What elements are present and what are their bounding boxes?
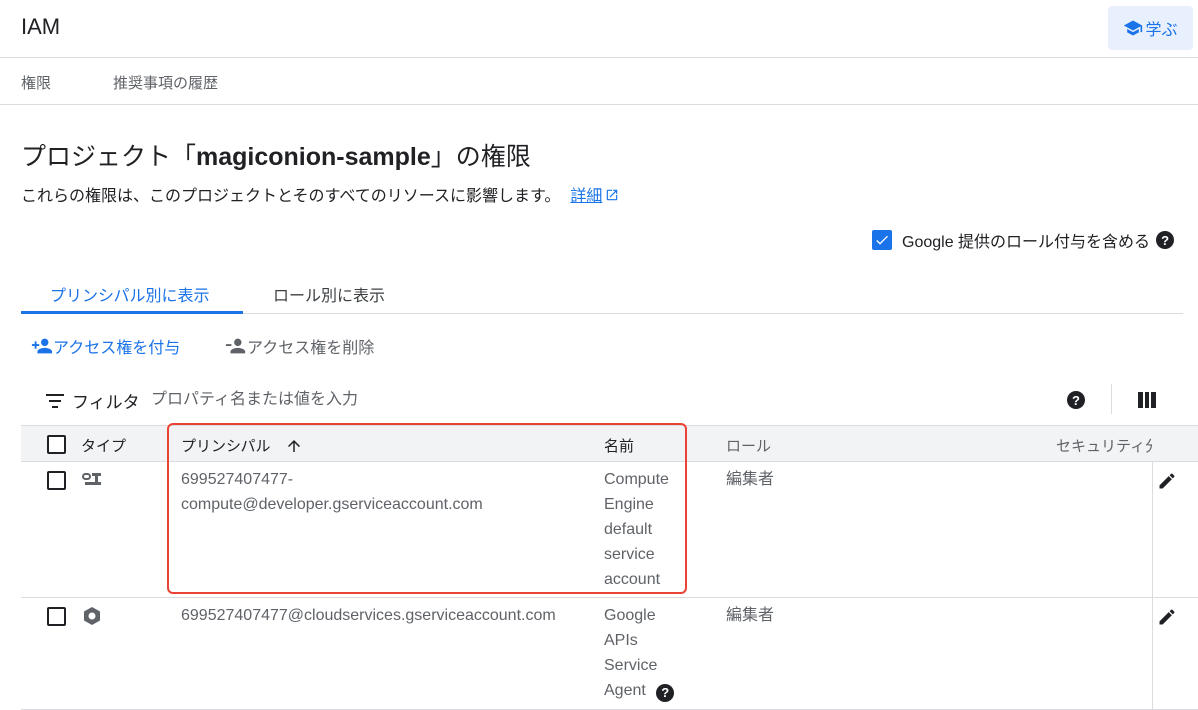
check-icon bbox=[876, 235, 888, 245]
page-title-suffix: 」の権限 bbox=[430, 143, 531, 171]
table-header: タイプ プリンシパル 名前 ロール セキュリティ分 bbox=[21, 425, 1198, 462]
filter-bar: フィルタ ? bbox=[21, 382, 1183, 426]
google-cloud-hexagon-icon bbox=[84, 607, 100, 625]
grant-access-label: アクセス権を付与 bbox=[53, 340, 181, 357]
include-google-roles-label: Google 提供のロール付与を含める bbox=[902, 234, 1151, 251]
arrow-up-icon bbox=[287, 440, 300, 452]
row-checkbox[interactable] bbox=[47, 607, 66, 626]
principal-name: Google APIs Service Agent ? bbox=[604, 603, 684, 703]
filter-label: フィルタ bbox=[72, 393, 140, 412]
person-add-icon bbox=[31, 338, 53, 354]
grant-access-button[interactable]: アクセス権を付与 bbox=[31, 334, 180, 358]
principal-name: Compute Engine default service account bbox=[604, 471, 669, 588]
filter-icon bbox=[46, 394, 64, 408]
column-display-icon[interactable] bbox=[1138, 392, 1157, 408]
column-name[interactable]: 名前 bbox=[604, 435, 634, 456]
edit-icon[interactable] bbox=[1157, 607, 1177, 627]
edit-column-divider bbox=[1152, 598, 1153, 709]
school-icon bbox=[1124, 20, 1143, 36]
help-icon[interactable]: ? bbox=[1156, 231, 1175, 249]
app-title: IAM bbox=[21, 14, 61, 39]
learn-button[interactable]: 学ぶ bbox=[1108, 6, 1193, 50]
details-link[interactable]: 詳細 bbox=[570, 188, 619, 205]
page-title-prefix: プロジェクト「 bbox=[21, 143, 197, 171]
edit-column-divider bbox=[1152, 462, 1153, 597]
principal-role: 編集者 bbox=[726, 607, 775, 624]
help-icon[interactable]: ? bbox=[1067, 391, 1085, 409]
column-security[interactable]: セキュリティ分 bbox=[1056, 435, 1152, 456]
remove-access-label: アクセス権を削除 bbox=[247, 340, 375, 357]
filter-input[interactable] bbox=[151, 386, 651, 414]
column-role[interactable]: ロール bbox=[726, 435, 771, 456]
open-in-new-icon bbox=[607, 189, 618, 201]
description-text: これらの権限は、このプロジェクトとそのすべてのリソースに影響します。 bbox=[21, 188, 561, 205]
learn-label: 学ぶ bbox=[1145, 22, 1178, 39]
column-type[interactable]: タイプ bbox=[81, 435, 126, 456]
select-all-checkbox[interactable] bbox=[47, 435, 66, 454]
principal-role: 編集者 bbox=[726, 471, 775, 488]
table-row: 699527407477@cloudservices.gserviceaccou… bbox=[21, 598, 1198, 710]
tab-recommendation-history[interactable]: 推奨事項の履歴 bbox=[113, 72, 218, 93]
remove-access-button[interactable]: アクセス権を削除 bbox=[225, 334, 374, 358]
tab-view-by-principal[interactable]: プリンシパル別に表示 bbox=[50, 282, 210, 306]
page-description: これらの権限は、このプロジェクトとそのすべてのリソースに影響します。 詳細 bbox=[21, 182, 619, 206]
tab-view-by-role[interactable]: ロール別に表示 bbox=[273, 282, 385, 306]
principal-name-text: Google APIs Service Agent bbox=[604, 607, 658, 699]
divider bbox=[1111, 384, 1112, 414]
sub-tabs: 権限 推奨事項の履歴 bbox=[0, 58, 1198, 105]
include-google-roles: Google 提供のロール付与を含める ? bbox=[872, 228, 1175, 252]
principal-email: 699527407477@cloudservices.gserviceaccou… bbox=[181, 607, 556, 624]
view-tabs: プリンシパル別に表示 ロール別に表示 bbox=[21, 268, 1183, 314]
help-icon[interactable]: ? bbox=[656, 683, 675, 702]
include-google-roles-checkbox[interactable] bbox=[872, 230, 892, 250]
service-account-icon bbox=[82, 473, 101, 485]
top-bar: IAM 学ぶ bbox=[0, 0, 1198, 58]
principal-email: 699527407477-compute@developer.gservicea… bbox=[181, 471, 483, 513]
row-checkbox[interactable] bbox=[47, 471, 66, 490]
page-title: プロジェクト「magiconion-sample」の権限 bbox=[21, 137, 531, 173]
details-link-label: 詳細 bbox=[570, 188, 603, 205]
edit-icon[interactable] bbox=[1157, 471, 1177, 491]
project-name: magiconion-sample bbox=[196, 143, 431, 171]
column-principal[interactable]: プリンシパル bbox=[181, 435, 303, 456]
active-tab-indicator bbox=[21, 311, 243, 314]
table-row: 699527407477-compute@developer.gservicea… bbox=[21, 462, 1198, 598]
column-principal-label: プリンシパル bbox=[181, 438, 271, 455]
person-remove-icon bbox=[225, 338, 246, 354]
tab-permissions[interactable]: 権限 bbox=[21, 72, 51, 93]
